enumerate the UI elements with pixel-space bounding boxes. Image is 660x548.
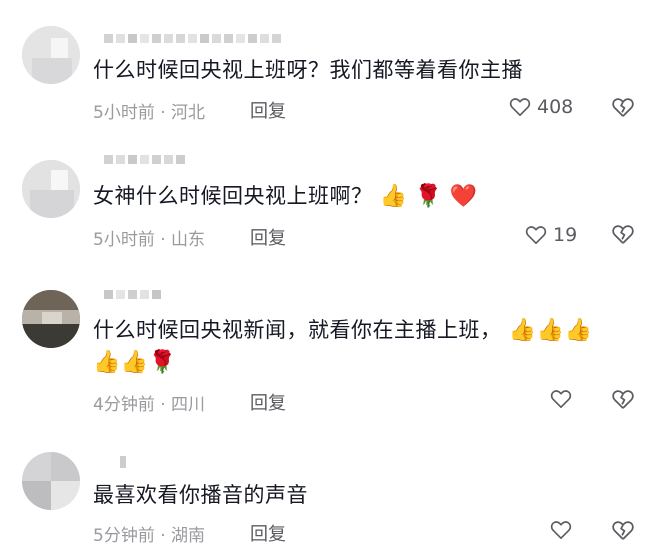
thumbs-up-icon: 👍 bbox=[508, 318, 537, 343]
meta-separator: · bbox=[154, 103, 172, 123]
dislike-button[interactable] bbox=[611, 97, 635, 122]
comment-meta: 5小时前 · 山东 bbox=[93, 225, 205, 250]
thumbs-up-icon: 👍 bbox=[564, 318, 593, 343]
heart-outline-icon bbox=[550, 390, 572, 408]
red-heart-icon: ❤️ bbox=[449, 184, 478, 209]
reply-button[interactable]: 回复 bbox=[250, 389, 286, 415]
like-button[interactable] bbox=[550, 389, 578, 409]
timestamp: 5小时前 bbox=[93, 103, 155, 123]
thumbs-up-icon: 👍 bbox=[379, 184, 408, 209]
dislike-button[interactable] bbox=[611, 224, 635, 249]
broken-heart-icon bbox=[612, 98, 634, 117]
timestamp: 5小时前 bbox=[93, 230, 155, 250]
avatar[interactable] bbox=[22, 452, 80, 510]
like-count: 19 bbox=[553, 224, 578, 246]
reply-button[interactable]: 回复 bbox=[250, 520, 286, 546]
username-blurred[interactable] bbox=[104, 155, 185, 164]
location: 四川 bbox=[171, 395, 206, 415]
avatar[interactable] bbox=[22, 160, 80, 218]
avatar[interactable] bbox=[22, 290, 80, 348]
comment-text-continued: 👍👍🌹 bbox=[93, 346, 177, 379]
avatar[interactable] bbox=[22, 26, 80, 84]
timestamp: 4分钟前 bbox=[93, 395, 155, 415]
comment-text: 最喜欢看你播音的声音 bbox=[93, 483, 308, 507]
comment-text-body: 什么时候回央视新闻，就看你在主播上班， bbox=[93, 318, 502, 342]
meta-separator: · bbox=[154, 395, 172, 415]
like-count: 408 bbox=[537, 96, 574, 118]
heart-outline-icon bbox=[509, 98, 531, 116]
location: 河北 bbox=[171, 103, 206, 123]
meta-separator: · bbox=[154, 230, 172, 250]
rose-icon: 🌹 bbox=[148, 350, 177, 375]
heart-outline-icon bbox=[550, 521, 572, 539]
broken-heart-icon bbox=[612, 521, 634, 540]
location: 山东 bbox=[171, 230, 206, 250]
broken-heart-icon bbox=[612, 225, 634, 244]
broken-heart-icon bbox=[612, 390, 634, 409]
comment-text-body: 女神什么时候回央视上班啊？ bbox=[93, 184, 373, 208]
thumbs-up-icon: 👍 bbox=[536, 318, 565, 343]
dislike-button[interactable] bbox=[611, 520, 635, 545]
comment-text: 什么时候回央视新闻，就看你在主播上班， 👍👍👍 bbox=[93, 314, 592, 347]
thumbs-up-icon: 👍 bbox=[120, 350, 149, 375]
username-blurred[interactable] bbox=[104, 290, 161, 299]
like-button[interactable]: 408 bbox=[509, 96, 573, 118]
like-button[interactable]: 19 bbox=[525, 224, 577, 246]
reply-button[interactable]: 回复 bbox=[250, 97, 286, 123]
username-blurred[interactable] bbox=[104, 34, 281, 43]
dislike-button[interactable] bbox=[611, 389, 635, 414]
username-blurred[interactable] bbox=[120, 456, 126, 468]
comment-text: 什么时候回央视上班呀？我们都等着看你主播 bbox=[93, 58, 523, 82]
comment-meta: 4分钟前 · 四川 bbox=[93, 390, 205, 415]
rose-icon: 🌹 bbox=[414, 184, 443, 209]
comment-meta: 5小时前 · 河北 bbox=[93, 98, 205, 123]
thumbs-up-icon: 👍 bbox=[93, 350, 121, 375]
meta-separator: · bbox=[154, 526, 172, 546]
heart-outline-icon bbox=[525, 226, 547, 244]
like-button[interactable] bbox=[550, 520, 578, 540]
comment-meta: 5分钟前 · 湖南 bbox=[93, 521, 205, 546]
comment-text: 女神什么时候回央视上班啊？ 👍 🌹 ❤️ bbox=[93, 180, 478, 213]
location: 湖南 bbox=[171, 526, 206, 546]
timestamp: 5分钟前 bbox=[93, 526, 155, 546]
reply-button[interactable]: 回复 bbox=[250, 224, 286, 250]
